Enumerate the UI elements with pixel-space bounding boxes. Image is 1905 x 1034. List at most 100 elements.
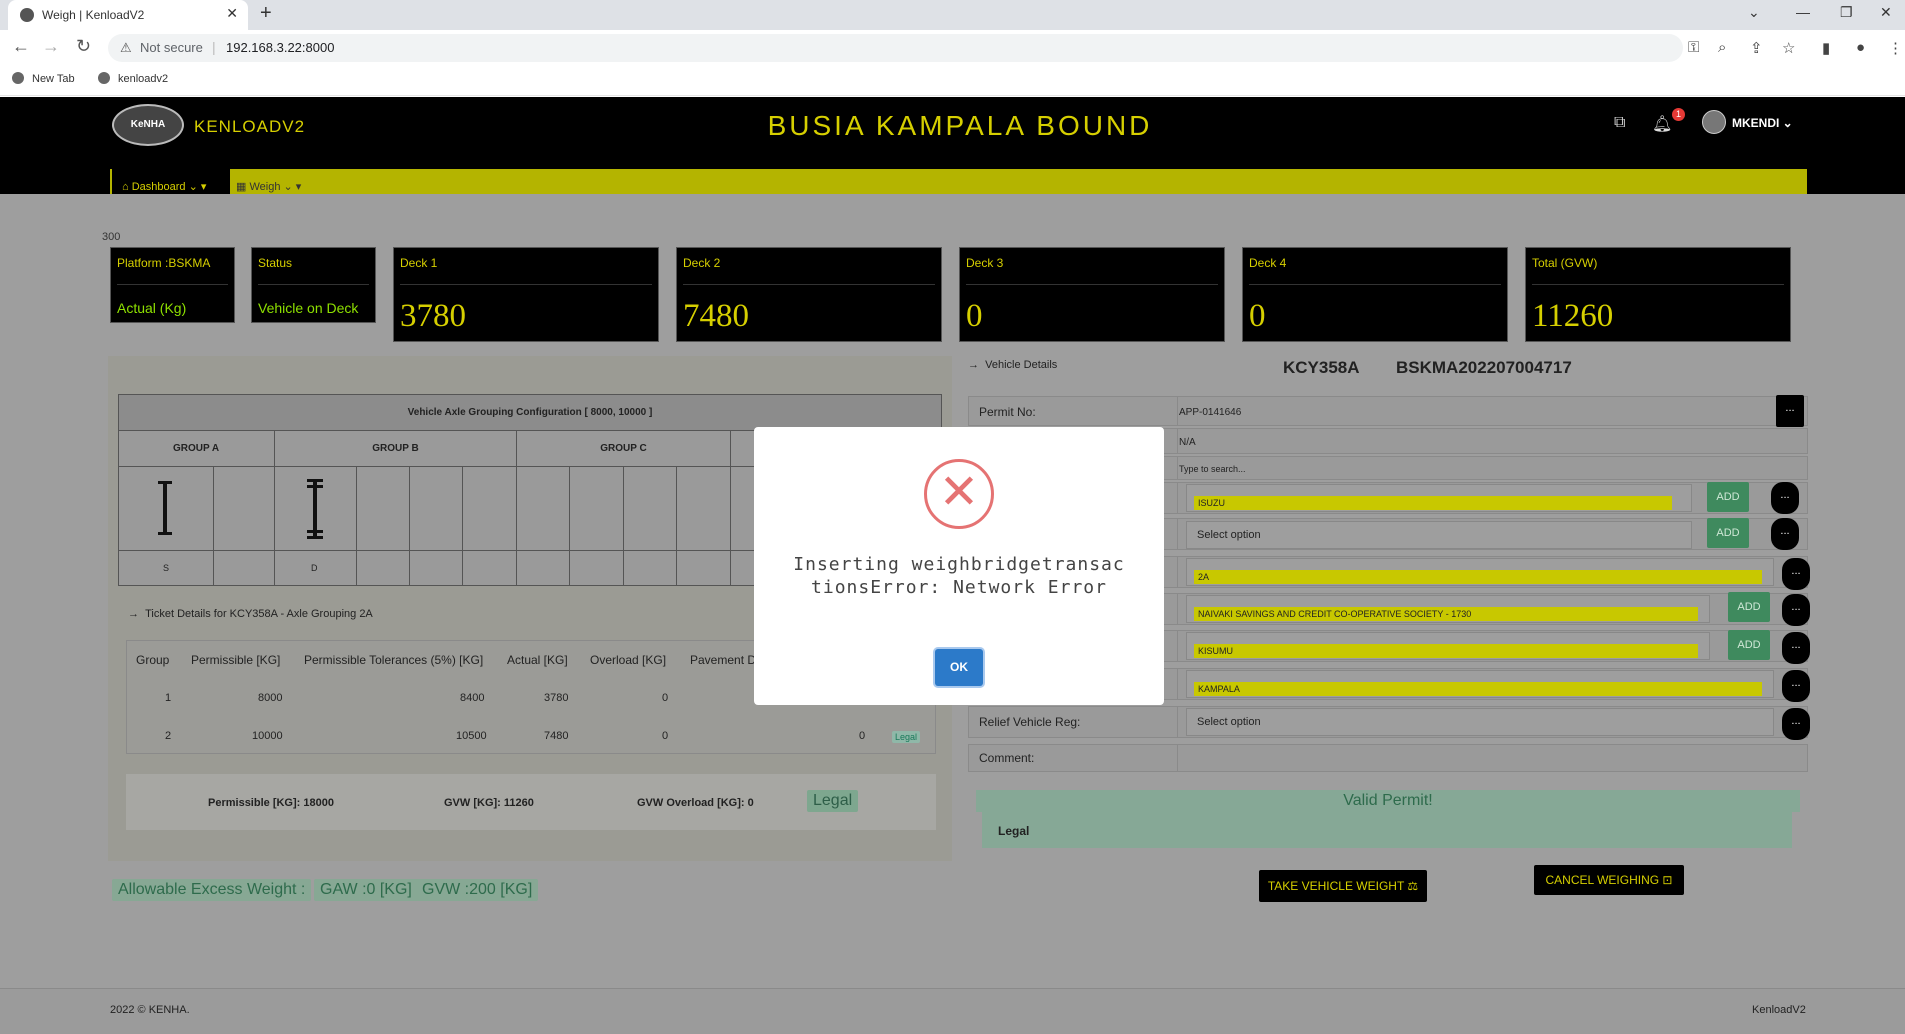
restore-icon[interactable]: ❐ xyxy=(1840,4,1853,21)
bookmark-star-icon[interactable]: ☆ xyxy=(1782,39,1795,57)
username: MKENDI xyxy=(1732,116,1780,130)
side-panel-icon[interactable]: ▮ xyxy=(1822,39,1830,57)
ticket-title-text: Ticket Details for KCY358A - Axle Groupi… xyxy=(145,608,373,620)
vehicle-details-text: Vehicle Details xyxy=(985,359,1058,371)
transporter-more-button[interactable]: ... xyxy=(1782,594,1810,626)
table-cell: 0 xyxy=(662,692,669,704)
card-title: Deck 3 xyxy=(966,256,1004,270)
add-make-button[interactable]: ADD xyxy=(1707,482,1749,512)
avatar[interactable] xyxy=(1702,110,1726,134)
table-cell: 0 xyxy=(859,730,866,742)
axle-config-more-button[interactable]: ... xyxy=(1782,558,1810,590)
divider xyxy=(569,466,570,585)
model-more-button[interactable]: ... xyxy=(1771,518,1799,550)
browser-tab[interactable]: Weigh | KenloadV2 ✕ xyxy=(8,0,248,30)
omnibox[interactable]: ⚠ Not secure | 192.168.3.22:8000 xyxy=(108,34,1683,62)
search-input[interactable]: Type to search... xyxy=(1179,464,1246,474)
table-cell: 8000 xyxy=(258,692,283,704)
deck3-card: Deck 3 0 xyxy=(959,247,1225,342)
model-select-value: Select option xyxy=(1197,529,1261,541)
menu-icon[interactable]: ⋮ xyxy=(1888,39,1903,57)
origin-more-button[interactable]: ... xyxy=(1782,632,1810,664)
fullscreen-icon[interactable]: ⧉ xyxy=(1614,114,1625,132)
axle-config-title: Vehicle Axle Grouping Configuration [ 80… xyxy=(119,395,941,431)
relief-more-button[interactable]: ... xyxy=(1782,708,1810,740)
take-vehicle-weight-button[interactable]: TAKE VEHICLE WEIGHT ⚖ xyxy=(1259,870,1427,902)
bookmark-kenloadv2[interactable]: kenloadv2 xyxy=(98,72,168,85)
zoom-icon[interactable]: ⌕ xyxy=(1718,39,1726,56)
permit-row: Permit No: APP-0141646 xyxy=(968,396,1808,426)
relief-label: Relief Vehicle Reg: xyxy=(979,715,1081,729)
axle-label-d: D xyxy=(311,563,318,573)
new-tab-icon[interactable]: + xyxy=(260,2,272,25)
notification-badge: 1 xyxy=(1672,108,1685,121)
bookmark-new-tab[interactable]: New Tab xyxy=(12,72,75,85)
cancel-weighing-button[interactable]: CANCEL WEIGHING ⊡ xyxy=(1534,865,1684,895)
permit-more-button[interactable]: ... xyxy=(1776,395,1804,427)
minimize-icon[interactable]: — xyxy=(1796,4,1810,20)
error-message: Inserting weighbridgetransactionsError: … xyxy=(793,554,1125,598)
transporter-value: NAIVAKI SAVINGS AND CREDIT CO-OPERATIVE … xyxy=(1194,607,1698,621)
forward-icon[interactable]: → xyxy=(42,36,60,57)
nav-weigh[interactable]: ▦ Weigh ⌄ ▾ xyxy=(236,180,301,193)
divider xyxy=(676,466,677,585)
make-more-button[interactable]: ... xyxy=(1771,482,1799,514)
bookmarks-bar xyxy=(0,66,1905,96)
ticket-number: BSKMA202207004717 xyxy=(1396,358,1572,377)
dual-axle-icon xyxy=(307,479,323,539)
brand-name: KENLOADV2 xyxy=(194,117,306,136)
page-title: BUSIA KAMPALA BOUND xyxy=(767,110,1153,141)
divider xyxy=(213,466,214,585)
table-cell: 3780 xyxy=(544,692,569,704)
permit-value[interactable]: APP-0141646 xyxy=(1179,407,1241,418)
bell-icon[interactable]: 🔔︎ xyxy=(1652,114,1672,134)
na-value: N/A xyxy=(1179,437,1196,448)
origin-value: KISUMU xyxy=(1194,644,1698,658)
footer-brand: KenloadV2 xyxy=(1752,1004,1806,1016)
col-group: Group xyxy=(136,653,170,667)
omnibox-divider: | xyxy=(212,39,216,55)
table-cell: 8400 xyxy=(460,692,485,704)
reload-icon[interactable]: ↻ xyxy=(76,36,91,57)
single-axle-icon xyxy=(158,481,172,535)
ok-button[interactable]: OK xyxy=(935,649,983,686)
comment-input[interactable] xyxy=(1178,745,1806,771)
summary-gvw-overload: GVW Overload [KG]: 0 xyxy=(637,797,754,809)
card-value: 11260 xyxy=(1532,298,1614,334)
table-cell: 7480 xyxy=(544,730,569,742)
warning-icon: ⚠ xyxy=(120,40,132,55)
url-text: 192.168.3.22:8000 xyxy=(226,40,335,55)
kenha-logo[interactable]: KeNHA xyxy=(112,104,184,146)
card-sub: Vehicle on Deck xyxy=(258,300,359,316)
top-number: 300 xyxy=(102,231,121,243)
nav-dashboard-label: Dashboard xyxy=(131,181,186,193)
close-window-icon[interactable]: ✕ xyxy=(1880,4,1892,21)
card-value: 3780 xyxy=(400,298,466,334)
key-icon[interactable]: ⚿ xyxy=(1688,39,1699,56)
user-menu[interactable]: MKENDI ⌄ xyxy=(1732,116,1793,130)
close-tab-icon[interactable]: ✕ xyxy=(226,5,238,22)
table-cell: 0 xyxy=(662,730,669,742)
tab-title: Weigh | KenloadV2 xyxy=(42,8,145,22)
status-card: Status Vehicle on Deck xyxy=(251,247,376,323)
back-icon[interactable]: ← xyxy=(12,36,30,57)
add-transporter-button[interactable]: ADD xyxy=(1728,592,1770,622)
allowable-gaw: GAW :0 [KG] xyxy=(314,879,418,901)
favicon-icon xyxy=(20,8,34,22)
add-model-button[interactable]: ADD xyxy=(1707,518,1749,548)
share-icon[interactable]: ⇪ xyxy=(1750,39,1763,57)
ticket-details-title: → Ticket Details for KCY358A - Axle Grou… xyxy=(128,608,373,620)
tab-search-icon[interactable]: ⌄ xyxy=(1748,4,1760,21)
destination-more-button[interactable]: ... xyxy=(1782,670,1810,702)
relief-select[interactable]: Select option xyxy=(1186,708,1774,736)
profile-icon[interactable]: ● xyxy=(1856,39,1865,56)
card-value: 7480 xyxy=(683,298,749,334)
divider xyxy=(730,466,731,585)
allowable-gvw: GVW :200 [KG] xyxy=(416,879,539,901)
vehicle-plate: KCY358A xyxy=(1283,358,1360,377)
model-select[interactable]: Select option xyxy=(1186,521,1692,549)
add-origin-button[interactable]: ADD xyxy=(1728,630,1770,660)
card-value: 0 xyxy=(966,298,983,334)
platform-card: Platform :BSKMA Actual (Kg) xyxy=(110,247,235,323)
deck2-card: Deck 2 7480 xyxy=(676,247,942,342)
